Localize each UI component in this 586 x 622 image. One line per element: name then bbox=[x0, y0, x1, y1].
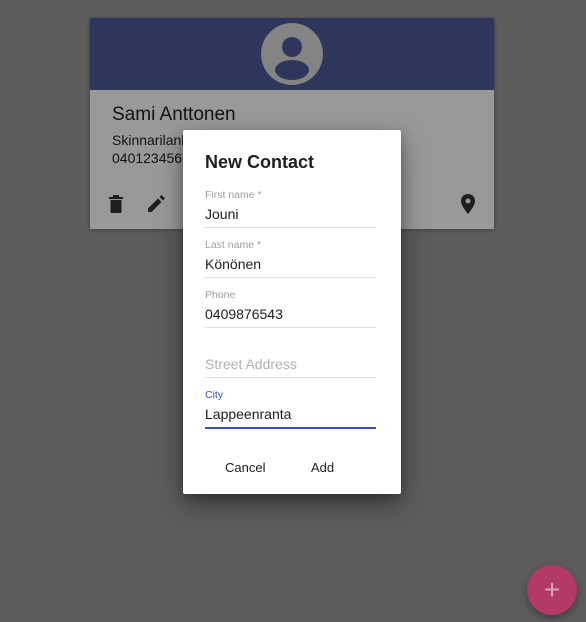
phone-label: Phone bbox=[205, 289, 236, 301]
plus-icon: + bbox=[543, 574, 561, 605]
first-name-label: First name * bbox=[205, 189, 262, 201]
dialog-title: New Contact bbox=[205, 152, 315, 172]
phone-underline bbox=[205, 327, 376, 328]
last-name-label: Last name * bbox=[205, 239, 262, 251]
phone-field[interactable]: Phone 0409876543 bbox=[205, 289, 376, 328]
add-button[interactable]: Add bbox=[311, 460, 334, 475]
street-address-field[interactable]: Street Address bbox=[205, 339, 376, 378]
first-name-underline bbox=[205, 227, 376, 228]
new-contact-dialog: New Contact First name * Jouni Last name… bbox=[183, 130, 401, 494]
city-label: City bbox=[205, 389, 224, 401]
street-address-label bbox=[205, 339, 376, 352]
first-name-value[interactable]: Jouni bbox=[205, 205, 376, 223]
city-field[interactable]: City Lappeenranta bbox=[205, 389, 376, 429]
add-contact-fab[interactable]: + bbox=[527, 565, 577, 615]
city-underline bbox=[205, 427, 376, 429]
phone-value[interactable]: 0409876543 bbox=[205, 305, 376, 323]
last-name-underline bbox=[205, 277, 376, 278]
city-value[interactable]: Lappeenranta bbox=[205, 405, 376, 423]
last-name-value[interactable]: Könönen bbox=[205, 255, 376, 273]
last-name-field[interactable]: Last name * Könönen bbox=[205, 239, 376, 278]
street-address-underline bbox=[205, 377, 376, 378]
cancel-button[interactable]: Cancel bbox=[225, 460, 265, 475]
street-address-placeholder[interactable]: Street Address bbox=[205, 355, 376, 373]
first-name-field[interactable]: First name * Jouni bbox=[205, 189, 376, 228]
